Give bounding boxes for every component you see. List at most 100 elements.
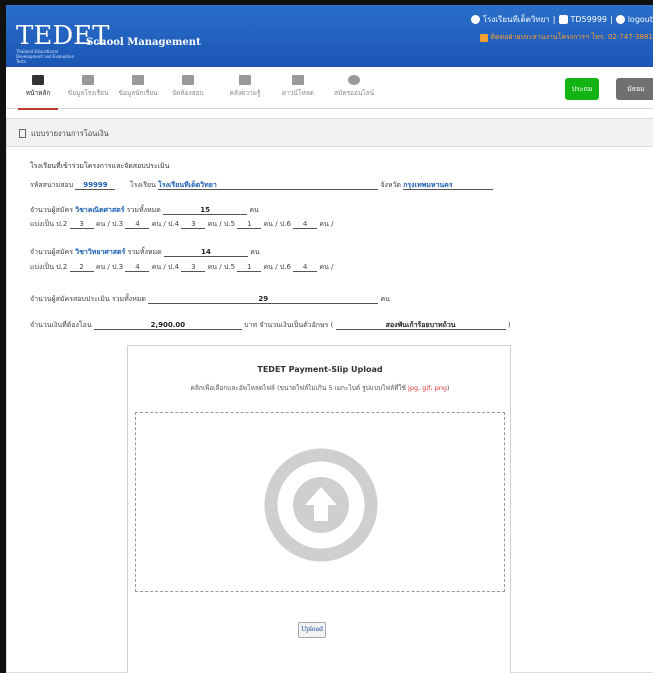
- total-applicants-label: จำนวนผู้สมัครสอบประเมิน รวมทั้งหมด: [30, 295, 146, 303]
- primary-level-button[interactable]: ประถม: [565, 78, 599, 100]
- unit-label: คน: [249, 206, 259, 214]
- student-icon: [132, 75, 144, 85]
- panel-title: แบบรายงานการโอนเงิน: [31, 129, 109, 138]
- file-drop-zone[interactable]: [135, 412, 505, 592]
- unit-sep: คน /: [263, 220, 278, 228]
- upload-card: TEDET Payment-Slip Upload คลิกเพื่อเลือก…: [127, 345, 511, 673]
- grade-label: ป.3: [112, 263, 124, 271]
- school-info-row: รหัสสนามสอบ 99999 โรงเรียน โรงเรียนทีเด็…: [30, 180, 494, 191]
- upload-arrow-icon: [264, 448, 378, 562]
- document-icon: [19, 129, 26, 138]
- math-total-row: จำนวนผู้สมัคร วิชาคณิตศาสตร์ รวมทั้งหมด …: [30, 205, 259, 216]
- unit-sep: คน /: [207, 263, 222, 271]
- nav-item-register[interactable]: สมัครออนไลน์: [330, 71, 378, 105]
- science-subject: วิชาวิทยาศาสตร์: [75, 248, 126, 256]
- amount-label: จำนวนเงินที่ต้องโอน: [30, 321, 92, 329]
- upload-hint-types: jpg, gif, png: [408, 384, 447, 392]
- nav-item-student-info[interactable]: ข้อมูลนักเรียน: [114, 71, 162, 105]
- separator: |: [552, 15, 556, 24]
- unit-sep: คน /: [319, 263, 334, 271]
- unit-label: คน: [250, 248, 260, 256]
- logo-subtitle: Thailand Educational Development and Eva…: [16, 49, 75, 64]
- school-value: โรงเรียนทีเด็ตวิทยา: [158, 181, 379, 190]
- nav-item-label: คลังความรู้: [229, 89, 261, 97]
- math-p5-value: 1: [237, 220, 262, 229]
- book-icon: [239, 75, 251, 85]
- tedet-logo[interactable]: TEDET Thailand Educational Development a…: [16, 21, 110, 64]
- nav-item-school-info[interactable]: ข้อมูลโรงเรียน: [64, 71, 112, 105]
- total-applicants-value: 29: [148, 295, 379, 304]
- math-p2-value: 3: [69, 220, 94, 229]
- dashboard-icon: [32, 75, 44, 85]
- app-title: School Management: [86, 37, 201, 48]
- nav-item-knowledge[interactable]: คลังความรู้: [221, 71, 269, 105]
- science-p5-value: 1: [237, 263, 262, 272]
- upload-button[interactable]: Upload: [298, 622, 326, 638]
- logo-text: TEDET: [16, 21, 110, 51]
- amount-text-label: จำนวนเงินเป็นตัวอักษร (: [259, 321, 334, 329]
- unit-sep: คน /: [95, 263, 110, 271]
- science-total-row: จำนวนผู้สมัคร วิชาวิทยาศาสตร์ รวมทั้งหมด…: [30, 247, 260, 258]
- globe-icon: [348, 75, 360, 85]
- grade-label: ป.3: [112, 220, 124, 228]
- grade-label: ป.6: [279, 220, 291, 228]
- amount-text-value: สองพันเก้าร้อยบาทถ้วน: [335, 321, 506, 330]
- science-p6-value: 4: [293, 263, 318, 272]
- math-p3-value: 4: [125, 220, 150, 229]
- close-paren: ): [507, 321, 511, 329]
- contact-notice-text: ติดต่อฝ่ายประสานงานโครงการฯ โทร. 02-747-…: [490, 33, 653, 41]
- upload-title: TEDET Payment-Slip Upload: [257, 365, 383, 374]
- school-name-link[interactable]: โรงเรียนทีเด็ตวิทยา: [483, 13, 550, 26]
- split-label: แบ่งเป็น: [30, 263, 54, 271]
- contact-notice: ติดต่อฝ่ายประสานงานโครงการฯ โทร. 02-747-…: [479, 32, 653, 43]
- math-p4-value: 3: [181, 220, 206, 229]
- science-p4-value: 3: [181, 263, 206, 272]
- math-p6-value: 4: [293, 220, 318, 229]
- upload-hint-text: คลิกเพื่อเลือกและอัพโหลดไฟล์ (ขนาดไฟล์ไม…: [190, 384, 406, 392]
- science-total-value: 14: [163, 248, 248, 257]
- nav-item-label: หน้าหลัก: [25, 89, 51, 97]
- phone-icon: [479, 33, 488, 42]
- unit-sep: คน /: [207, 220, 222, 228]
- grade-label: ป.5: [223, 220, 236, 228]
- download-icon: [292, 75, 304, 85]
- grade-label: ป.2: [56, 263, 68, 271]
- nav-item-label: จัดห้องสอบ: [172, 89, 204, 97]
- section-title: โรงเรียนที่เข้าร่วมโครงการและจัดสอบประเม…: [30, 161, 169, 172]
- applicants-label: จำนวนผู้สมัคร: [30, 206, 73, 214]
- power-icon: [615, 15, 625, 24]
- math-total-value: 15: [163, 206, 248, 215]
- school-icon: [82, 75, 94, 85]
- nav-item-label: ดาวน์โหลด: [282, 89, 314, 97]
- logout-link[interactable]: logout: [628, 15, 653, 24]
- math-subject: วิชาคณิตศาสตร์: [75, 206, 125, 214]
- secondary-level-button[interactable]: มัธยม: [616, 78, 653, 100]
- nav-item-download[interactable]: ดาวน์โหลด: [274, 71, 322, 105]
- amount-row: จำนวนเงินที่ต้องโอน 2,900.00 บาท จำนวนเง…: [30, 320, 511, 331]
- split-label: แบ่งเป็น: [30, 220, 54, 228]
- grade-label: ป.2: [56, 220, 68, 228]
- upload-hint: คลิกเพื่อเลือกและอัพโหลดไฟล์ (ขนาดไฟล์ไม…: [128, 383, 512, 393]
- unit-sep: คน /: [151, 263, 166, 271]
- province-value: กรุงเทพมหานคร: [403, 181, 494, 190]
- grid-icon: [182, 75, 194, 85]
- unit-sep: คน /: [95, 220, 110, 228]
- upload-hint-end: ): [446, 384, 450, 392]
- exam-code-label: รหัสสนามสอบ: [30, 181, 74, 189]
- total-label: รวมทั้งหมด: [127, 248, 162, 256]
- nav-item-label: สมัครออนไลน์: [333, 89, 375, 97]
- grade-label: ป.6: [279, 263, 291, 271]
- nav-item-home[interactable]: หน้าหลัก: [14, 71, 62, 110]
- panel-header: แบบรายงานการโอนเงิน: [7, 119, 653, 147]
- user-icon: [558, 15, 568, 24]
- nav-item-exam-rooms[interactable]: จัดห้องสอบ: [164, 71, 212, 105]
- science-p3-value: 4: [125, 263, 150, 272]
- unit-sep: คน /: [319, 220, 334, 228]
- unit-sep: คน /: [151, 220, 166, 228]
- school-label: โรงเรียน: [129, 181, 156, 189]
- user-bar: โรงเรียนทีเด็ตวิทยา | TD59999 | logout: [470, 13, 653, 26]
- user-code[interactable]: TD59999: [571, 15, 608, 24]
- science-split-row: แบ่งเป็น ป.2 2 คน / ป.3 4 คน / ป.4 3 คน …: [30, 262, 333, 273]
- province-label: จังหวัด: [380, 181, 401, 189]
- app-header: TEDET Thailand Educational Development a…: [6, 5, 653, 67]
